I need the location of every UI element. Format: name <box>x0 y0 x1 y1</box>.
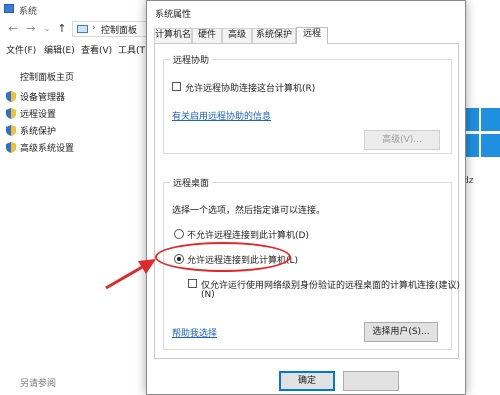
forward-arrow-icon[interactable]: → <box>24 22 38 36</box>
windows-logo-icon <box>462 108 500 158</box>
menu-file[interactable]: 文件(F) <box>6 43 36 56</box>
control-panel-icon <box>77 25 88 33</box>
chevron-down-icon[interactable]: ⌄ <box>40 22 54 36</box>
shield-icon <box>6 125 16 136</box>
control-panel-home-link[interactable]: 控制面板主页 <box>20 70 74 83</box>
menu-tools[interactable]: 工具(T) <box>118 43 149 56</box>
select-users-button[interactable]: 选择用户(S)... <box>364 322 438 342</box>
remote-assistance-legend: 远程协助 <box>170 53 213 66</box>
remote-desktop-instruction: 选择一个选项，然后指定谁可以连接。 <box>172 206 326 216</box>
dialog-title: 系统属性 <box>155 10 192 20</box>
deny-remote-label[interactable]: 不允许远程连接到此计算机(D) <box>187 228 309 241</box>
highlight-ellipse <box>155 242 291 272</box>
system-properties-dialog: 系统属性 计算机名 硬件 高级 系统保护 远程 远程协助 允许远程协助连接这台计… <box>146 0 466 395</box>
tab-hardware[interactable]: 硬件 <box>192 28 222 43</box>
nla-only-label-suffix[interactable]: (N) <box>201 290 215 300</box>
back-arrow-icon[interactable]: ← <box>6 22 20 36</box>
shield-icon <box>6 91 16 102</box>
allow-remote-assistance-label[interactable]: 允许远程协助连接这台计算机(R) <box>185 81 315 94</box>
sidebar-item-label: 设备管理器 <box>20 93 66 103</box>
deny-remote-radio[interactable] <box>174 229 184 239</box>
breadcrumb-separator: › <box>92 23 96 33</box>
help-me-choose-link[interactable]: 帮助我选择 <box>172 326 217 339</box>
tab-system-protection[interactable]: 系统保护 <box>252 28 296 43</box>
up-arrow-icon[interactable]: ↑ <box>55 22 69 36</box>
sidebar-item-label: 高级系统设置 <box>20 144 75 154</box>
system-window-icon <box>4 4 14 13</box>
ok-button[interactable]: 确定 <box>279 371 335 391</box>
sidebar-item-label: 系统保护 <box>20 127 57 137</box>
shield-icon <box>6 142 16 153</box>
nla-only-label[interactable]: 仅允许运行使用网络级别身份验证的远程桌面的计算机连接(建议) <box>201 278 460 291</box>
dialog-titlebar[interactable]: 系统属性 <box>147 1 465 23</box>
advanced-button[interactable]: 高级(V)... <box>364 130 440 150</box>
tab-computer-name[interactable]: 计算机名 <box>154 28 192 43</box>
menu-edit[interactable]: 编辑(E) <box>44 43 75 56</box>
remote-assistance-group: 远程协助 允许远程协助连接这台计算机(R) 有关启用远程协助的信息 高级(V).… <box>163 53 452 154</box>
remote-assistance-info-link[interactable]: 有关启用远程协助的信息 <box>172 109 271 122</box>
breadcrumb-control-panel[interactable]: 控制面板 <box>101 23 137 36</box>
window-title: 系统 <box>19 7 38 17</box>
see-also-heading: 另请参阅 <box>20 379 57 389</box>
red-arrow-annotation <box>105 259 156 290</box>
tab-remote[interactable]: 远程 <box>296 27 328 44</box>
allow-remote-assistance-checkbox[interactable] <box>172 82 181 91</box>
cancel-button[interactable] <box>343 371 399 391</box>
shield-icon <box>6 108 16 119</box>
menu-view[interactable]: 查看(V) <box>81 43 112 56</box>
nla-only-checkbox[interactable] <box>188 279 197 288</box>
remote-tab-panel: 远程协助 允许远程协助连接这台计算机(R) 有关启用远程协助的信息 高级(V).… <box>154 43 460 359</box>
sidebar-item-label: 远程设置 <box>20 110 57 120</box>
tab-advanced[interactable]: 高级 <box>222 28 252 43</box>
remote-desktop-legend: 远程桌面 <box>170 176 213 189</box>
